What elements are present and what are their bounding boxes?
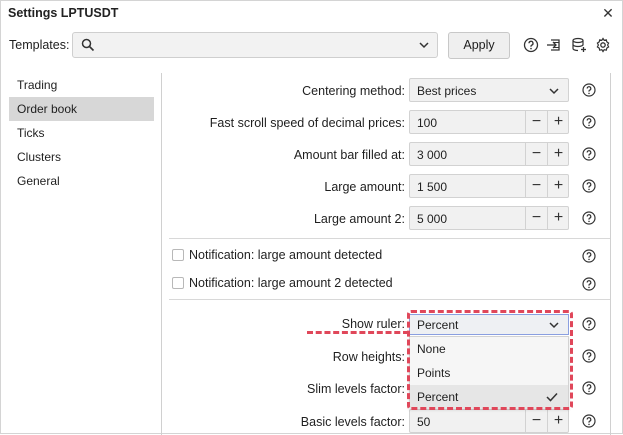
settings-window: Settings LPTUSDT ✕ Templates: Apply Trad… (0, 0, 623, 435)
large-amount-value: 1 500 (417, 180, 448, 194)
decrement-button[interactable]: − (525, 143, 547, 165)
section-divider (169, 299, 610, 300)
help-icon[interactable] (582, 349, 596, 363)
increment-button[interactable]: + (547, 111, 569, 133)
centering-method-row: Centering method: Best prices (162, 78, 610, 104)
large-amount-2-row: Large amount 2: 5 000 − + (162, 206, 610, 232)
help-icon[interactable] (582, 115, 596, 129)
help-icon[interactable] (582, 147, 596, 161)
window-title: Settings LPTUSDT (8, 6, 119, 20)
title-bar: Settings LPTUSDT ✕ (1, 1, 622, 26)
increment-button[interactable]: + (547, 410, 569, 432)
nav-item-general[interactable]: General (9, 169, 154, 193)
large-amount-2-stepper[interactable]: 5 000 − + (409, 206, 569, 230)
basic-levels-label: Basic levels factor: (300, 415, 405, 429)
amount-bar-label: Amount bar filled at: (293, 148, 405, 162)
notif-large-2-label: Notification: large amount 2 detected (189, 276, 393, 290)
settings-nav: Trading Order book Ticks Clusters Genera… (9, 73, 154, 193)
row-heights-label: Row heights: (332, 350, 405, 364)
import-icon[interactable] (546, 37, 562, 53)
nav-item-clusters[interactable]: Clusters (9, 145, 154, 169)
section-divider (169, 238, 610, 239)
fast-scroll-value: 100 (417, 116, 438, 130)
nav-item-order-book[interactable]: Order book (9, 97, 154, 121)
large-amount-stepper[interactable]: 1 500 − + (409, 174, 569, 198)
nav-item-trading[interactable]: Trading (9, 73, 154, 97)
basic-levels-value: 50 (417, 415, 431, 429)
notif-large-2-checkbox[interactable] (172, 277, 184, 289)
notif-large-label: Notification: large amount detected (189, 248, 383, 262)
database-add-icon[interactable] (571, 37, 587, 53)
increment-button[interactable]: + (547, 207, 569, 229)
amount-bar-value: 3 000 (417, 148, 448, 162)
help-icon[interactable] (582, 211, 596, 225)
large-amount-2-value: 5 000 (417, 212, 448, 226)
centering-method-value: Best prices (417, 84, 477, 98)
help-icon[interactable] (582, 249, 596, 263)
help-icon[interactable] (582, 414, 596, 428)
increment-button[interactable]: + (547, 143, 569, 165)
search-icon (81, 38, 95, 52)
apply-button[interactable]: Apply (448, 32, 510, 59)
notif-large-row: Notification: large amount detected (162, 245, 610, 267)
help-icon[interactable] (582, 381, 596, 395)
centering-method-select[interactable]: Best prices (409, 78, 569, 102)
notif-large-2-row: Notification: large amount 2 detected (162, 273, 610, 295)
large-amount-row: Large amount: 1 500 − + (162, 174, 610, 200)
templates-label: Templates: (9, 38, 70, 52)
close-button[interactable]: ✕ (600, 4, 616, 22)
fast-scroll-stepper[interactable]: 100 − + (409, 110, 569, 134)
decrement-button[interactable]: − (525, 111, 547, 133)
decrement-button[interactable]: − (525, 175, 547, 197)
decrement-button[interactable]: − (525, 207, 547, 229)
increment-button[interactable]: + (547, 175, 569, 197)
chevron-down-icon[interactable] (419, 41, 429, 49)
gear-icon[interactable] (595, 37, 611, 53)
fast-scroll-row: Fast scroll speed of decimal prices: 100… (162, 110, 610, 136)
help-icon[interactable] (523, 37, 539, 53)
help-icon[interactable] (582, 317, 596, 331)
basic-levels-row: Basic levels factor: 50 − + (162, 409, 610, 435)
help-icon[interactable] (582, 277, 596, 291)
amount-bar-stepper[interactable]: 3 000 − + (409, 142, 569, 166)
templates-search[interactable] (72, 32, 438, 58)
basic-levels-stepper[interactable]: 50 − + (409, 409, 569, 433)
templates-search-input[interactable] (101, 36, 401, 54)
large-amount-2-label: Large amount 2: (313, 212, 405, 226)
help-icon[interactable] (582, 83, 596, 97)
annotation-highlight (407, 310, 573, 410)
large-amount-label: Large amount: (324, 180, 405, 194)
slim-levels-label: Slim levels factor: (307, 382, 405, 396)
show-ruler-label: Show ruler: (341, 317, 405, 331)
amount-bar-row: Amount bar filled at: 3 000 − + (162, 142, 610, 168)
fast-scroll-label: Fast scroll speed of decimal prices: (209, 116, 405, 130)
annotation-connector (307, 331, 409, 334)
help-icon[interactable] (582, 179, 596, 193)
centering-method-label: Centering method: (302, 84, 405, 98)
notif-large-checkbox[interactable] (172, 249, 184, 261)
scrollbar-track[interactable] (610, 73, 611, 435)
nav-item-ticks[interactable]: Ticks (9, 121, 154, 145)
chevron-down-icon (549, 88, 559, 95)
decrement-button[interactable]: − (525, 410, 547, 432)
